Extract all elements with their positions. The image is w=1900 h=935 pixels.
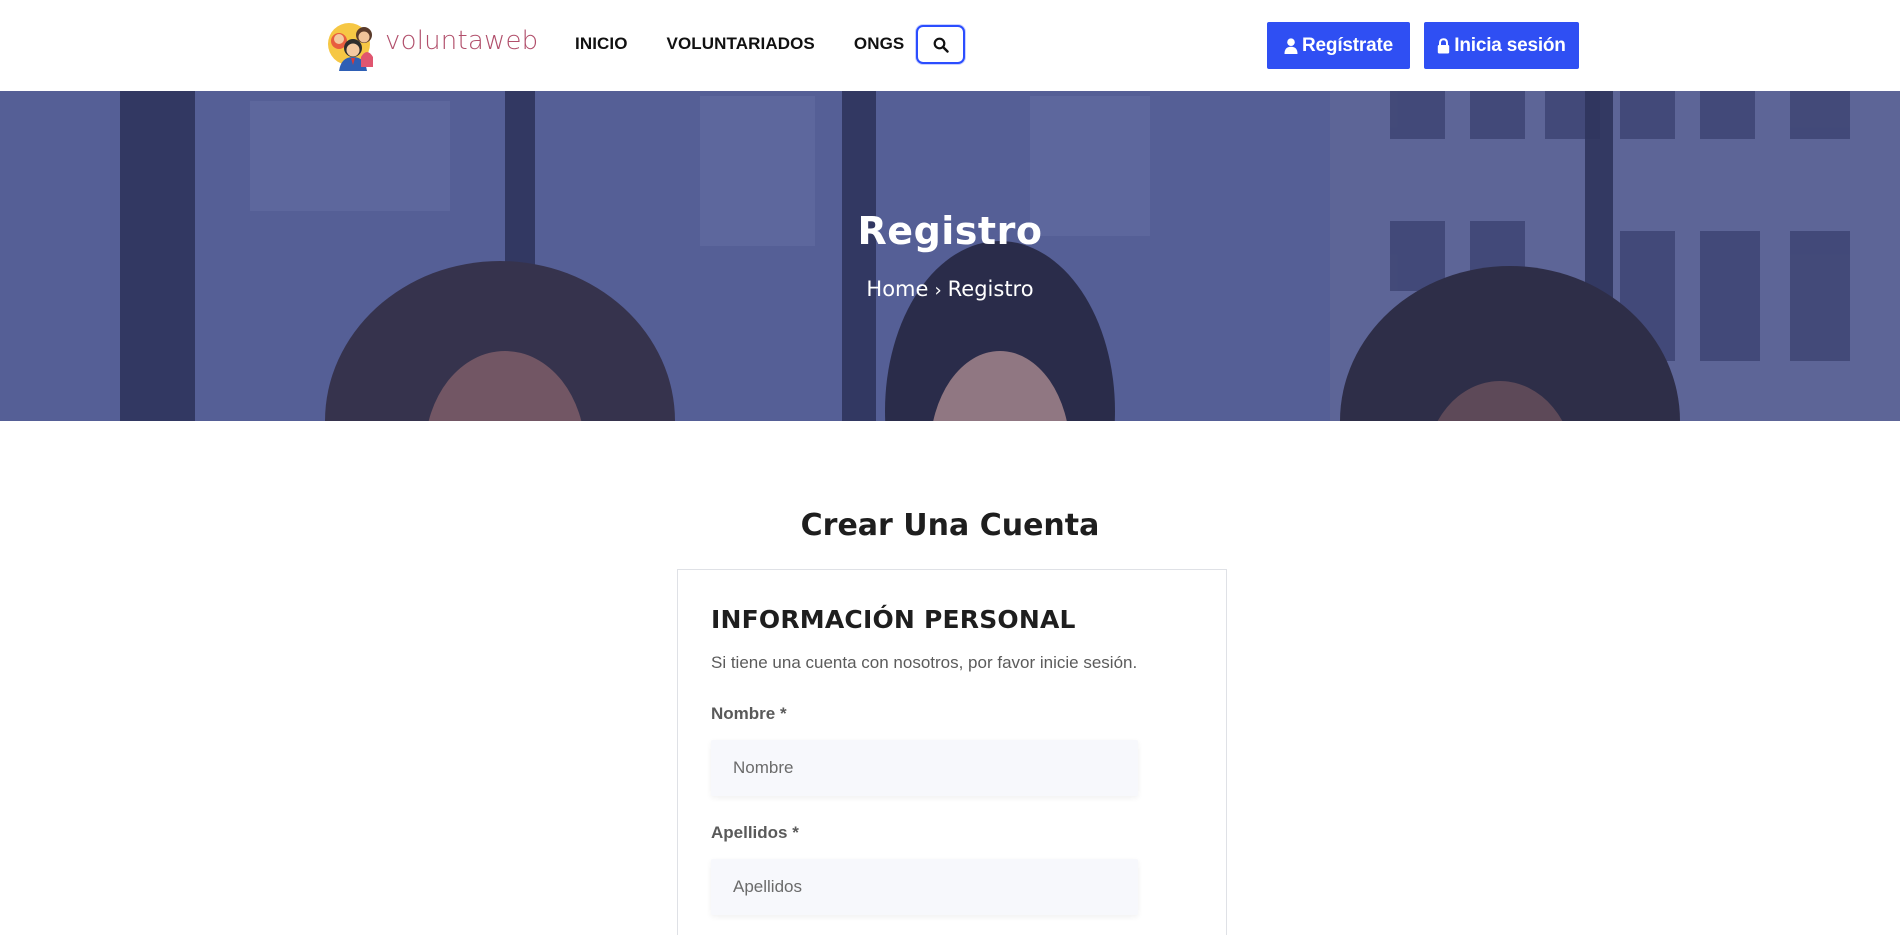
user-icon (1284, 37, 1298, 54)
register-button[interactable]: Regístrate (1267, 22, 1410, 69)
site-header: voluntaweb INICIO VOLUNTARIADOS ONGS Reg… (0, 0, 1900, 91)
people-logo-icon (327, 17, 383, 71)
last-name-label: Apellidos * (711, 823, 799, 842)
brand-logo[interactable]: voluntaweb (327, 17, 538, 71)
nav-item-inicio[interactable]: INICIO (575, 34, 628, 54)
last-name-input[interactable] (711, 859, 1138, 915)
breadcrumb-current: Registro (947, 277, 1034, 301)
main-nav: INICIO VOLUNTARIADOS ONGS (575, 34, 943, 54)
section-title: Crear Una Cuenta (800, 508, 1100, 543)
nav-item-voluntariados[interactable]: VOLUNTARIADOS (667, 34, 815, 54)
breadcrumb-separator-icon: › (934, 280, 942, 301)
first-name-input[interactable] (711, 740, 1138, 796)
card-subtitle: Si tiene una cuenta con nosotros, por fa… (711, 653, 1138, 672)
register-label: Regístrate (1302, 34, 1393, 56)
hero-overlay (0, 91, 1900, 421)
lock-icon (1438, 37, 1450, 53)
card-title: INFORMACIÓN PERSONAL (711, 605, 1076, 634)
page-title: Registro (857, 209, 1043, 253)
hero-banner: Registro Home › Registro (0, 91, 1900, 421)
search-button[interactable] (916, 25, 965, 64)
login-label: Inicia sesión (1454, 34, 1566, 56)
breadcrumb: Home › Registro (0, 277, 1900, 301)
search-icon (933, 37, 949, 53)
brand-name: voluntaweb (385, 26, 539, 56)
nav-item-ongs[interactable]: ONGS (854, 34, 904, 54)
breadcrumb-home-link[interactable]: Home (866, 277, 928, 301)
login-button[interactable]: Inicia sesión (1424, 22, 1579, 69)
registration-card: INFORMACIÓN PERSONAL Si tiene una cuenta… (677, 569, 1227, 935)
first-name-label: Nombre * (711, 704, 787, 723)
